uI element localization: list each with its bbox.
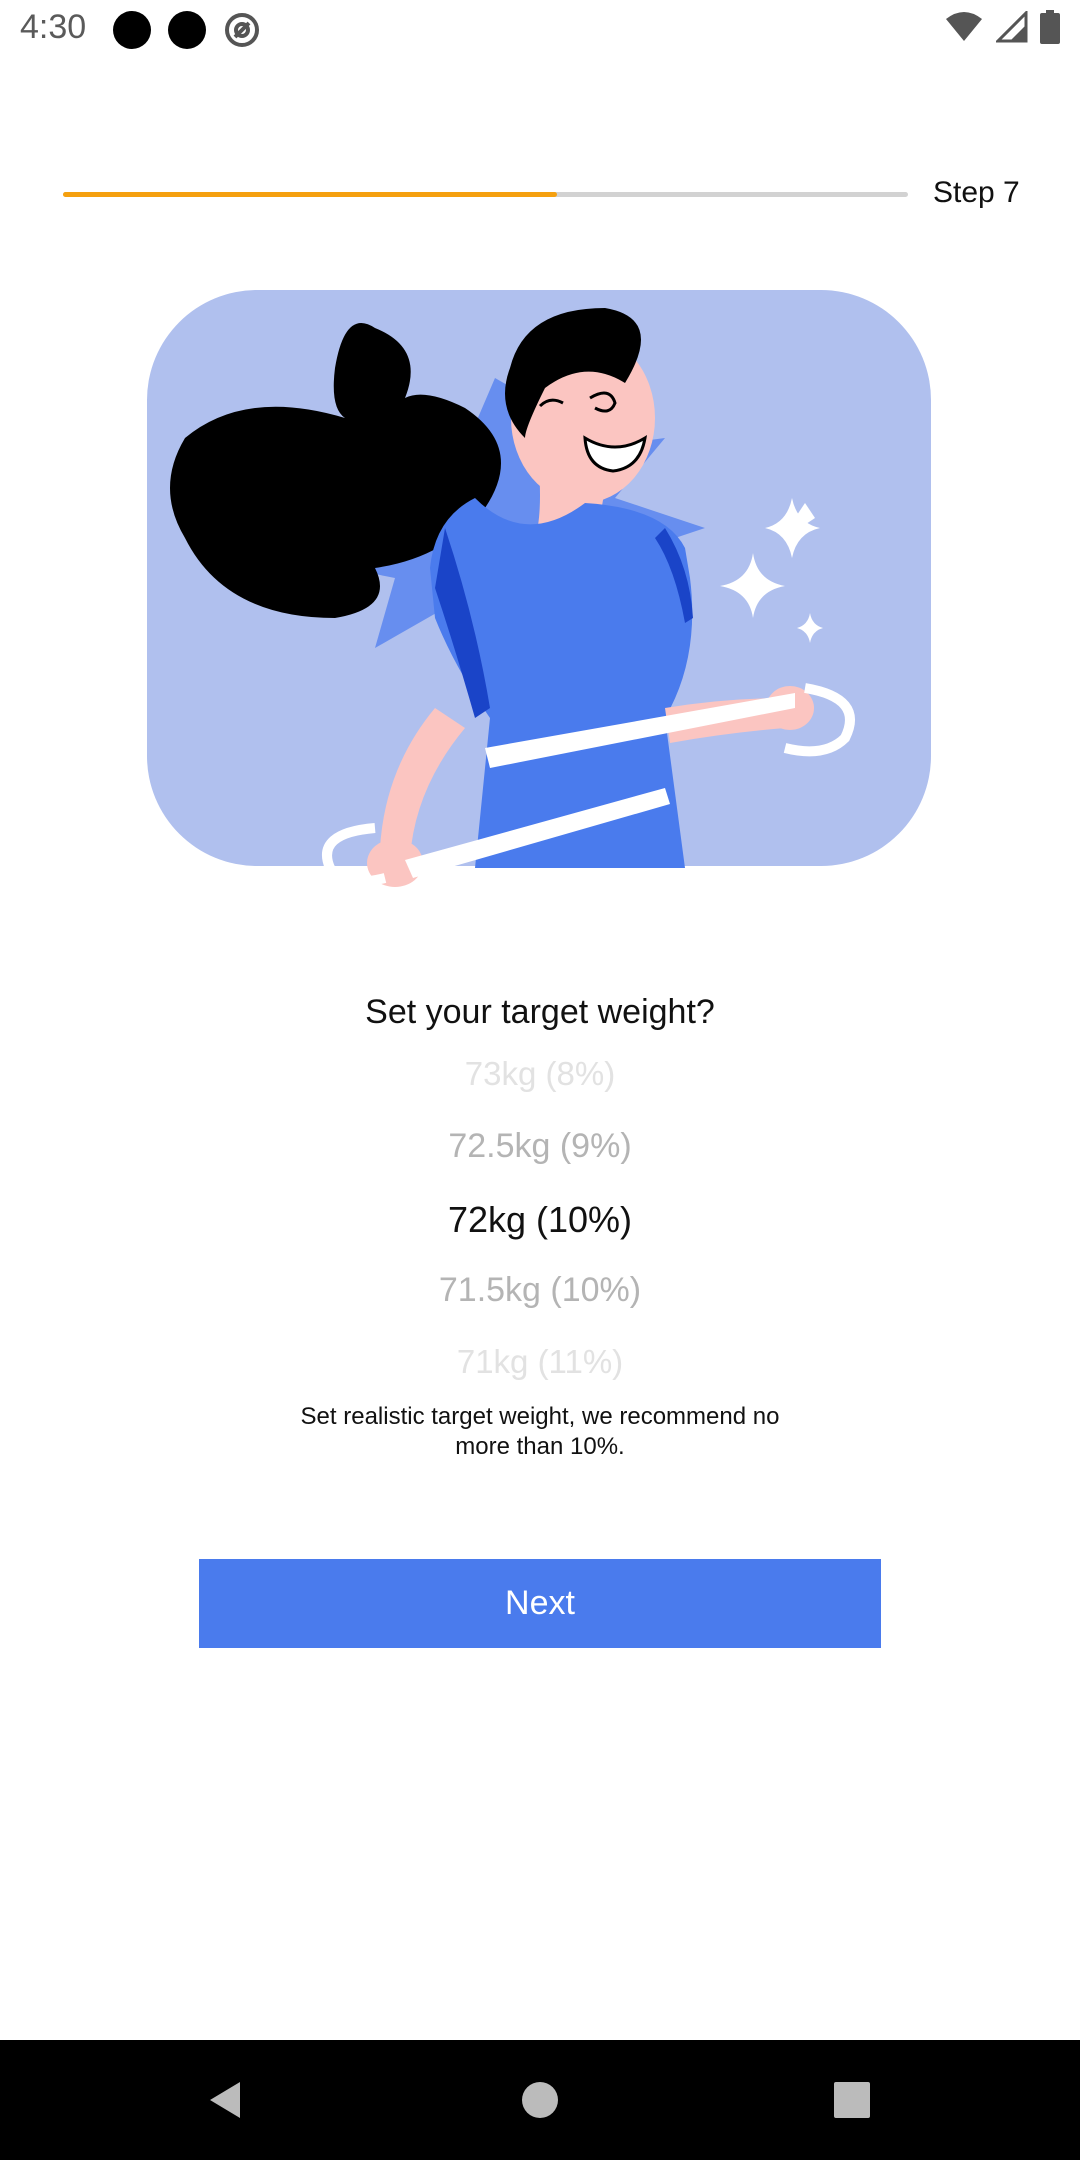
status-time: 4:30 xyxy=(20,8,87,46)
notification-dot-icon xyxy=(168,11,206,49)
progress-bar xyxy=(63,192,908,197)
progress-bar-fill xyxy=(63,192,558,197)
notification-dot-icon xyxy=(113,11,151,49)
weight-picker[interactable]: 73kg (8%) 72.5kg (9%) 72kg (10%) 71.5kg … xyxy=(240,1045,840,1385)
hero-illustration xyxy=(145,288,935,898)
at-sign-icon xyxy=(223,11,261,49)
home-icon[interactable] xyxy=(508,2068,572,2132)
picker-option[interactable]: 73kg (8%) xyxy=(240,1055,840,1093)
back-icon[interactable] xyxy=(194,2068,258,2132)
step-label: Step 7 xyxy=(933,176,1020,209)
wifi-icon xyxy=(944,11,984,48)
question-title: Set your target weight? xyxy=(365,993,715,1031)
status-bar: 4:30 xyxy=(0,0,1080,60)
picker-option[interactable]: 71kg (11%) xyxy=(240,1343,840,1381)
recents-icon[interactable] xyxy=(820,2068,884,2132)
signal-icon xyxy=(994,9,1028,48)
navigation-bar xyxy=(0,2040,1080,2160)
battery-icon xyxy=(1040,10,1060,49)
picker-option-selected[interactable]: 72kg (10%) xyxy=(240,1199,840,1241)
picker-option[interactable]: 71.5kg (10%) xyxy=(240,1271,840,1310)
hint-text: Set realistic target weight, we recommen… xyxy=(300,1403,780,1460)
next-button[interactable]: Next xyxy=(199,1559,881,1648)
picker-option[interactable]: 72.5kg (9%) xyxy=(240,1127,840,1166)
